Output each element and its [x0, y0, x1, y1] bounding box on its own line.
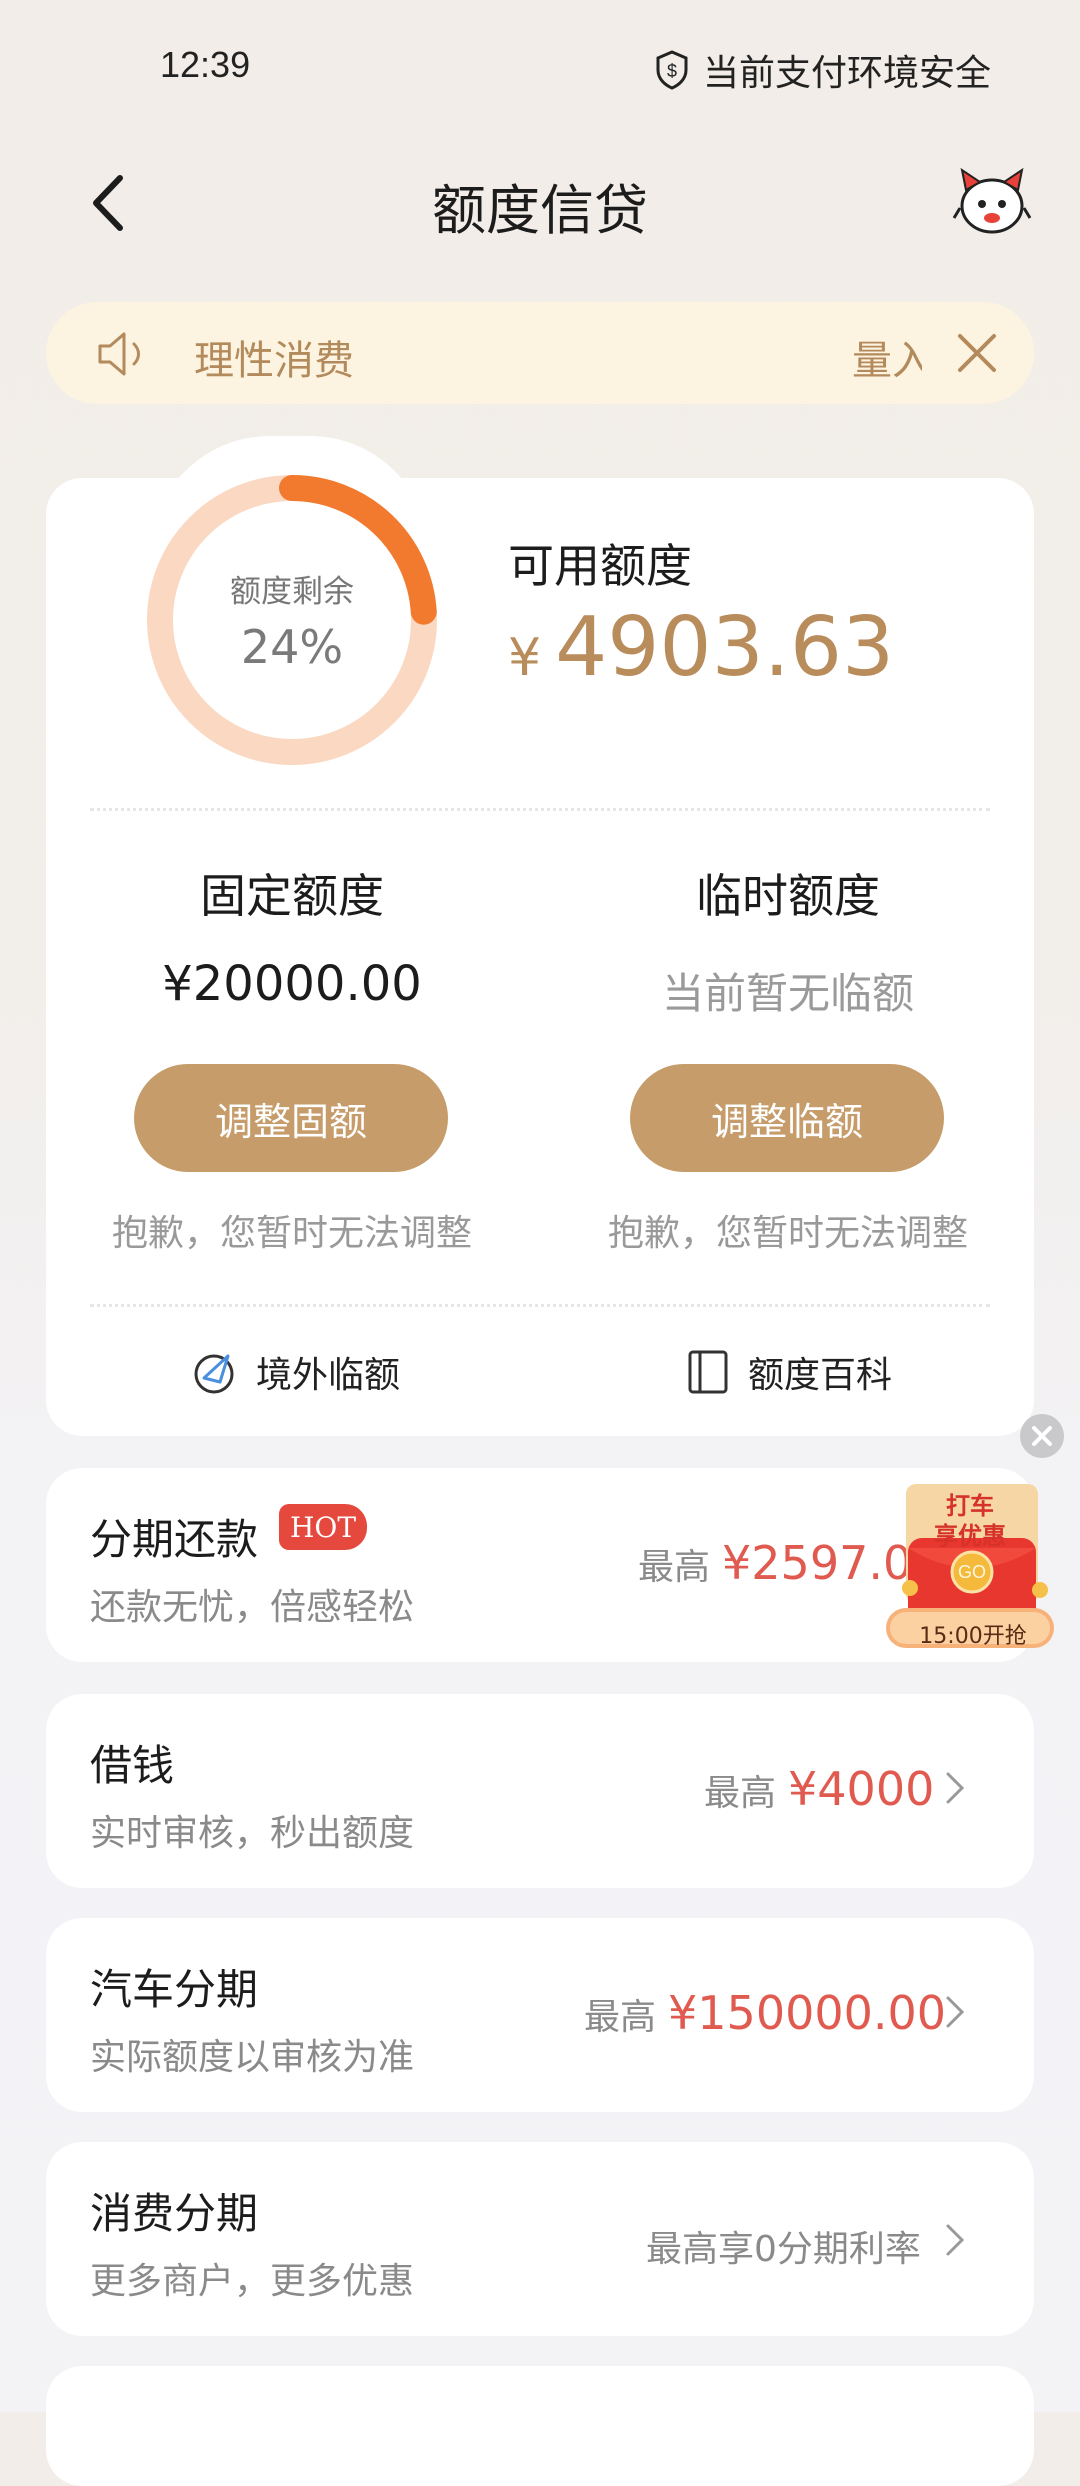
fixed-note: 抱歉，您暂时无法调整: [111, 1213, 472, 1254]
security-text: 当前支付环境安全: [703, 53, 992, 94]
mascot-icon[interactable]: [952, 164, 1032, 238]
divider: [90, 808, 990, 811]
close-icon: [1032, 1426, 1052, 1446]
currency-symbol: ¥: [508, 628, 542, 688]
item-title: 分期还款: [90, 1515, 259, 1564]
fixed-title: 固定额度: [200, 869, 384, 923]
overseas-link[interactable]: 境外临额: [190, 1346, 400, 1398]
notice-text: 理性消费: [194, 338, 354, 384]
item-prefix: 最高: [638, 1547, 711, 1588]
chevron-right-icon: [946, 2224, 965, 2256]
page-title: 额度信贷: [432, 179, 648, 242]
temporary-value: 当前暂无临额: [661, 969, 914, 1018]
fixed-value: ¥20000.00: [162, 956, 422, 1012]
item-subtitle: 更多商户，更多优惠: [90, 2261, 415, 2302]
item-title: 消费分期: [90, 2189, 259, 2238]
item-subtitle: 还款无忧，倍感轻松: [90, 1587, 415, 1628]
notice-scroll-text: 量入: [852, 338, 922, 384]
item-right: 最高 ¥2597.0: [638, 1536, 912, 1590]
temporary-note: 抱歉，您暂时无法调整: [607, 1213, 968, 1254]
ring-label: 额度剩余: [230, 574, 354, 610]
divider: [90, 1304, 990, 1307]
item-amount: ¥150000.00: [668, 1986, 947, 2040]
item-prefix: 最高: [584, 1997, 657, 2038]
close-icon[interactable]: [954, 330, 1000, 376]
list-item-next[interactable]: [46, 2366, 1034, 2486]
promo-time: 15:00开抢: [919, 1624, 1027, 1649]
overseas-label: 境外临额: [256, 1355, 401, 1396]
item-prefix: 最高享0分期利率: [646, 2229, 921, 2270]
item-amount: ¥4000: [788, 1762, 935, 1816]
chevron-right-icon: [946, 1772, 965, 1804]
available-amount: ¥ 4903.63: [508, 600, 894, 695]
hot-badge: HOT: [279, 1504, 367, 1550]
item-title: 借钱: [90, 1741, 175, 1790]
item-right: 最高享0分期利率: [646, 2220, 921, 2272]
item-subtitle: 实时审核，秒出额度: [90, 1813, 415, 1854]
item-prefix: 最高: [704, 1773, 777, 1814]
item-right: 最高 ¥4000: [704, 1762, 934, 1816]
shield-icon: $: [656, 50, 688, 90]
promo-close-button[interactable]: [1020, 1414, 1064, 1458]
available-label: 可用额度: [508, 539, 692, 593]
adjust-temporary-button[interactable]: 调整临额: [630, 1064, 944, 1172]
security-status: $ 当前支付环境安全: [655, 44, 991, 96]
book-icon: [688, 1350, 728, 1394]
available-amount-value: 4903.63: [555, 600, 895, 695]
item-subtitle: 实际额度以审核为准: [90, 2037, 415, 2078]
item-title: 汽车分期: [90, 1965, 259, 2014]
encyclopedia-label: 额度百科: [748, 1355, 893, 1396]
globe-plane-icon: [194, 1354, 234, 1394]
temporary-title: 临时额度: [696, 869, 880, 923]
promo-go-text: GO: [958, 1562, 986, 1582]
svg-text:$: $: [667, 61, 677, 81]
encyclopedia-link[interactable]: 额度百科: [686, 1346, 892, 1398]
chevron-right-icon: [946, 1996, 965, 2028]
status-time: 12:39: [160, 44, 251, 85]
adjust-fixed-button[interactable]: 调整固额: [134, 1064, 448, 1172]
promo-line2: 享优惠: [934, 1522, 1006, 1550]
ring-percent: 24%: [240, 620, 344, 674]
item-right: 最高 ¥150000.00: [584, 1986, 946, 2040]
speaker-icon: [98, 332, 140, 376]
